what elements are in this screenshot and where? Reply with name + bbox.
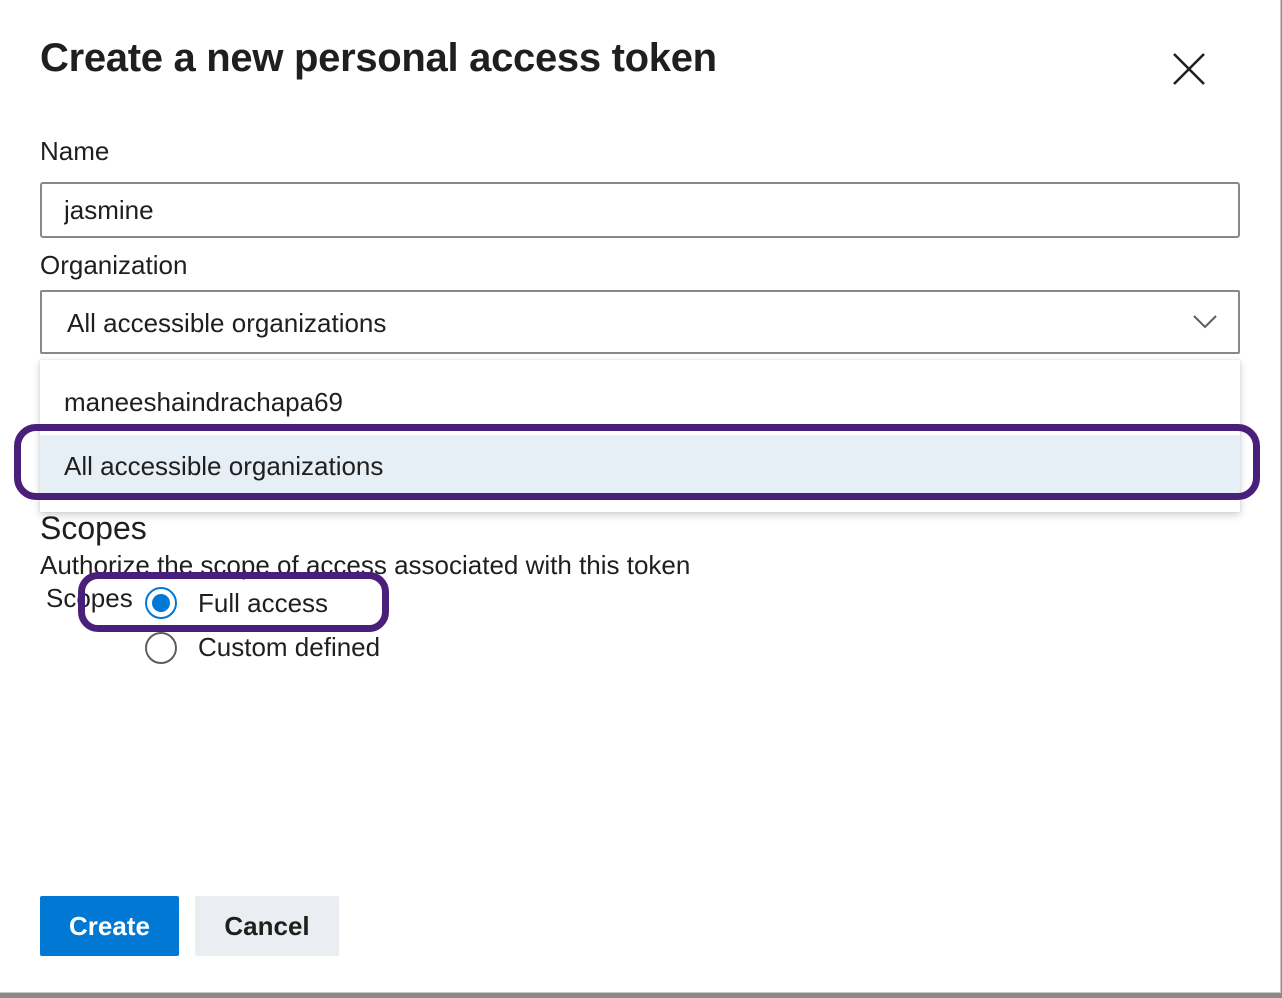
organization-select[interactable]: All accessible organizations [40, 290, 1240, 354]
create-token-dialog: Create a new personal access token Name … [0, 0, 1281, 993]
scopes-group-label: Scopes [46, 583, 133, 613]
organization-dropdown-list: maneeshaindrachapa69 All accessible orga… [40, 360, 1240, 512]
dropdown-option-maneeshaindrachapa69[interactable]: maneeshaindrachapa69 [40, 371, 1240, 433]
custom-defined-label[interactable]: Custom defined [198, 632, 380, 663]
full-access-label[interactable]: Full access [198, 588, 328, 619]
chevron-down-icon [1193, 315, 1217, 329]
cancel-button[interactable]: Cancel [195, 896, 339, 956]
close-icon [1173, 53, 1205, 85]
custom-defined-radio[interactable] [145, 632, 177, 664]
name-input[interactable] [40, 182, 1240, 238]
create-button[interactable]: Create [40, 896, 179, 956]
scopes-heading: Scopes [40, 510, 147, 546]
dialog-title: Create a new personal access token [40, 36, 717, 80]
dropdown-option-all-accessible-organizations[interactable]: All accessible organizations [40, 435, 1240, 497]
organization-label: Organization [40, 250, 188, 280]
scopes-description: Authorize the scope of access associated… [40, 550, 691, 580]
name-label: Name [40, 136, 110, 166]
organization-select-value: All accessible organizations [67, 308, 387, 338]
full-access-radio[interactable] [145, 587, 177, 619]
close-button[interactable] [1162, 44, 1214, 96]
